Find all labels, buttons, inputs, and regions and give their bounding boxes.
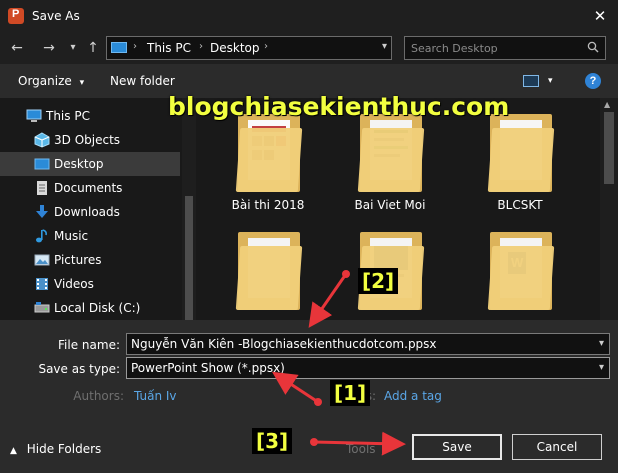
sidebar-item-local-disk[interactable]: Local Disk (C:) — [0, 296, 180, 320]
scroll-up-icon[interactable]: ▲ — [604, 100, 610, 109]
folder-item[interactable] — [220, 222, 316, 320]
chevron-down-icon: ▾ — [79, 78, 85, 88]
address-dropdown-icon[interactable]: ▾ — [382, 41, 387, 52]
local-disk-icon — [34, 302, 50, 313]
sidebar-item-pictures[interactable]: Pictures — [0, 248, 180, 272]
breadcrumb-this-pc[interactable]: This PC — [147, 41, 191, 55]
search-input[interactable] — [411, 40, 581, 56]
search-icon — [587, 41, 599, 53]
sidebar-item-downloads[interactable]: Downloads — [0, 200, 180, 224]
tags-field[interactable]: Add a tag — [384, 389, 442, 403]
3d-objects-icon — [34, 132, 50, 148]
sidebar-item-label: Videos — [54, 277, 94, 291]
tools-button[interactable]: Tools — [346, 442, 376, 456]
file-name-label: File name: — [58, 338, 120, 352]
annotation-step-1: [1] — [330, 380, 371, 406]
sidebar-item-this-pc[interactable]: This PC — [0, 104, 180, 128]
organize-button[interactable]: Organize ▾ — [18, 74, 84, 88]
folder-label: Bai Viet Moi — [354, 198, 426, 212]
file-list-scrollbar[interactable]: ▲ — [600, 98, 618, 320]
sidebar-item-label: This PC — [46, 109, 90, 123]
breadcrumb-separator: › — [264, 41, 268, 52]
back-button[interactable]: ← — [8, 39, 26, 57]
dialog-footer: ▲ Hide Folders Tools Save Cancel — [0, 424, 618, 473]
authors-label: Authors: — [73, 389, 124, 403]
breadcrumb-desktop[interactable]: Desktop — [210, 41, 260, 55]
sidebar-item-label: Local Disk (C:) — [54, 301, 141, 315]
hide-folders-label: Hide Folders — [26, 442, 102, 456]
save-form: File name: Nguyễn Văn Kiên -Blogchiaseki… — [0, 320, 618, 424]
folder-label: Bài thi 2018 — [231, 198, 305, 212]
view-chevron-down-icon[interactable]: ▾ — [548, 76, 553, 86]
window-title: Save As — [32, 9, 80, 23]
sidebar-scrollbar[interactable] — [182, 98, 196, 320]
file-list-scrollbar-thumb[interactable] — [604, 112, 614, 184]
new-folder-button[interactable]: New folder — [110, 74, 175, 88]
sidebar-item-desktop[interactable]: Desktop — [0, 152, 180, 176]
watermark: blogchiasekienthuc.com — [168, 92, 510, 121]
sidebar-item-label: Documents — [54, 181, 123, 195]
sidebar-item-videos[interactable]: Videos — [0, 272, 180, 296]
title-bar: Save As ✕ — [0, 0, 618, 32]
sidebar-item-label: Desktop — [54, 157, 104, 171]
sidebar-item-label: 3D Objects — [54, 133, 121, 147]
organize-label: Organize — [18, 74, 72, 88]
sidebar-item-label: Pictures — [54, 253, 102, 267]
up-button[interactable]: ↑ — [84, 39, 102, 57]
annotation-step-3: [3] — [252, 428, 293, 454]
powerpoint-icon — [8, 8, 24, 24]
chevron-down-icon[interactable]: ▾ — [599, 362, 604, 373]
folder-item[interactable]: W — [472, 222, 568, 320]
file-name-field[interactable]: Nguyễn Văn Kiên -Blogchiasekienthucdotco… — [126, 333, 610, 355]
forward-button[interactable]: → — [40, 39, 58, 57]
close-button[interactable]: ✕ — [590, 6, 610, 26]
this-pc-icon — [26, 109, 42, 122]
save-button[interactable]: Save — [412, 434, 502, 460]
cancel-button[interactable]: Cancel — [512, 434, 602, 460]
help-icon[interactable]: ? — [585, 73, 601, 89]
folder-icon — [357, 114, 425, 192]
folder-icon — [235, 232, 303, 310]
breadcrumb-separator: › — [199, 41, 203, 52]
folder-icon — [235, 114, 303, 192]
sidebar-item-label: Music — [54, 229, 89, 243]
hide-folders-button[interactable]: ▲ Hide Folders — [10, 442, 101, 456]
breadcrumb-separator: › — [133, 41, 137, 52]
navigation-bar: ← → ▾ ↑ › This PC › Desktop › ▾ — [0, 32, 618, 64]
sidebar-item-label: Downloads — [54, 205, 120, 219]
recent-locations-button[interactable]: ▾ — [64, 39, 82, 57]
address-bar[interactable]: › This PC › Desktop › ▾ — [106, 36, 392, 60]
downloads-icon — [36, 205, 48, 218]
view-options-icon[interactable] — [523, 75, 539, 87]
documents-icon — [37, 181, 47, 195]
save-as-type-value: PowerPoint Show (*.ppsx) — [131, 361, 285, 375]
folder-icon — [487, 114, 555, 192]
music-icon — [36, 229, 47, 243]
chevron-down-icon[interactable]: ▾ — [599, 338, 604, 349]
save-as-type-select[interactable]: PowerPoint Show (*.ppsx) ▾ — [126, 357, 610, 379]
pictures-icon — [34, 254, 50, 266]
sidebar-item-music[interactable]: Music — [0, 224, 180, 248]
desktop-icon — [34, 158, 50, 170]
sidebar-item-documents[interactable]: Documents — [0, 176, 180, 200]
search-box[interactable] — [404, 36, 606, 60]
videos-icon — [36, 278, 48, 290]
sidebar-scrollbar-thumb[interactable] — [185, 196, 193, 320]
folder-label: BLCSKT — [497, 198, 543, 212]
folder-icon: W — [487, 232, 555, 310]
sidebar-item-3d-objects[interactable]: 3D Objects — [0, 128, 180, 152]
annotation-step-2: [2] — [358, 268, 399, 294]
save-as-type-label: Save as type: — [38, 362, 120, 376]
file-name-value: Nguyễn Văn Kiên -Blogchiasekienthucdotco… — [131, 337, 437, 351]
chevron-up-icon: ▲ — [10, 446, 17, 456]
this-pc-icon — [111, 42, 127, 53]
navigation-pane: This PC 3D Objects Desktop Documents Dow… — [0, 98, 196, 320]
authors-field[interactable]: Tuấn Iv — [134, 389, 177, 403]
